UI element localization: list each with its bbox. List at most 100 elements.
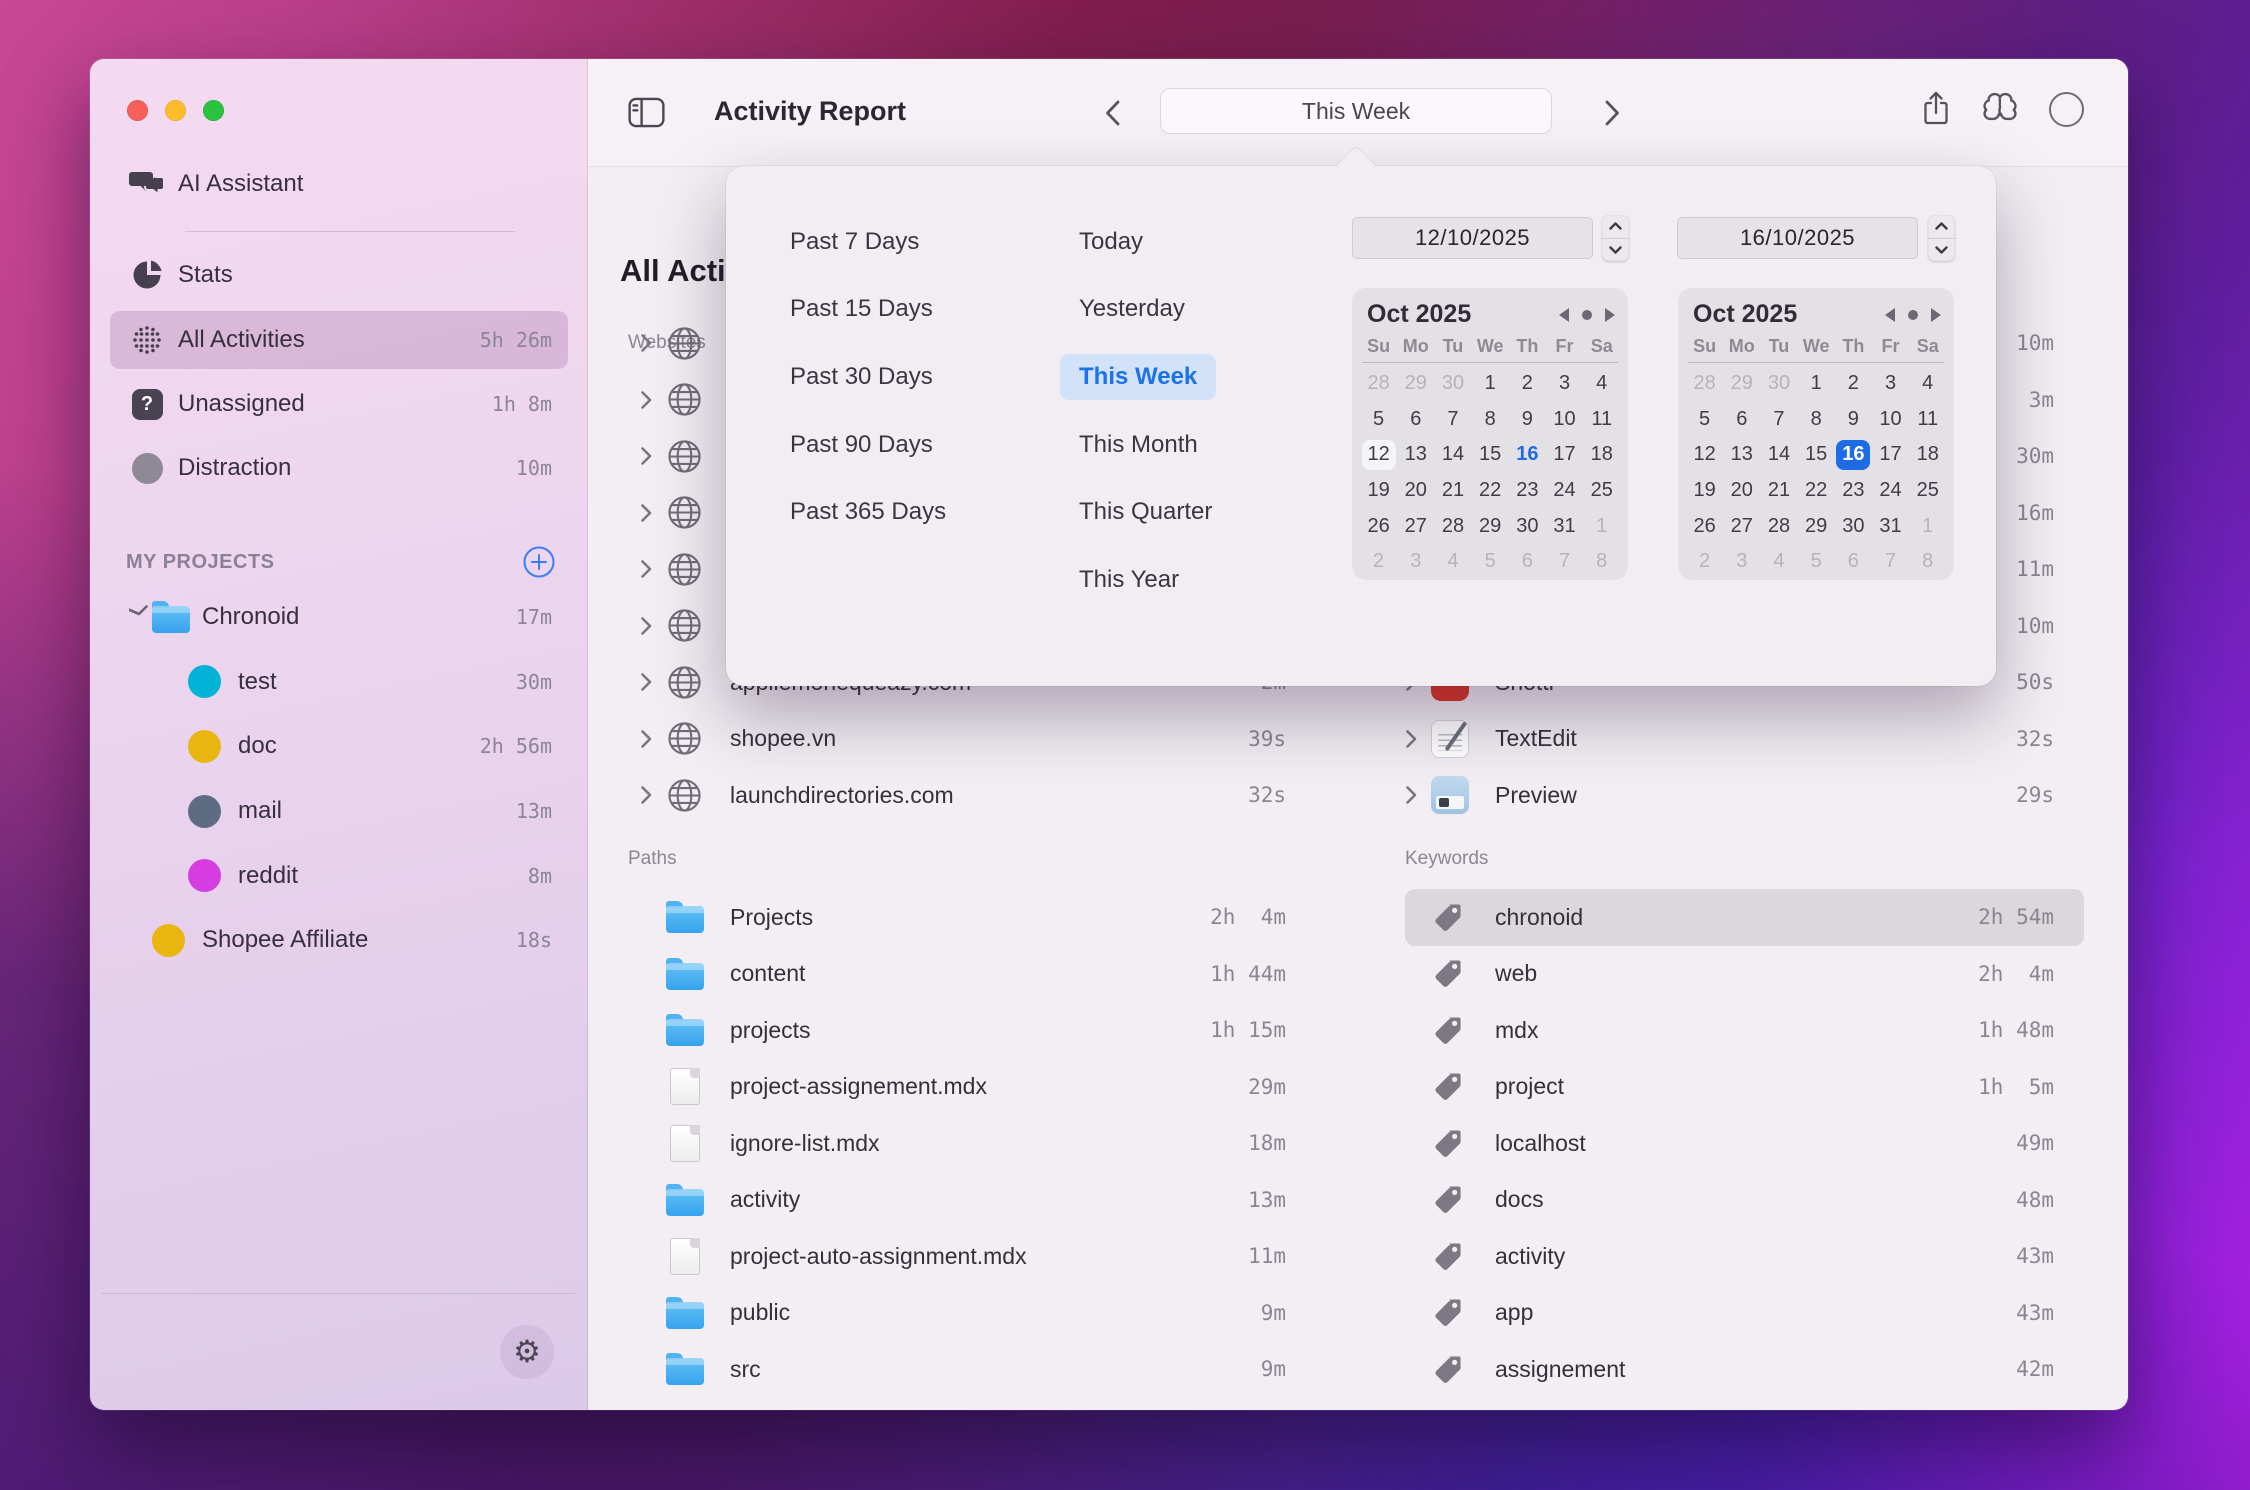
calendar-day[interactable]: 29 <box>1725 369 1759 399</box>
end-date-stepper[interactable] <box>1928 215 1955 261</box>
previous-month-icon[interactable] <box>1885 308 1895 322</box>
calendar-day[interactable]: 13 <box>1725 440 1759 470</box>
keyword-row[interactable]: app 43m <box>1405 1285 2084 1342</box>
preset-option[interactable]: Past 365 Days <box>790 489 946 535</box>
keyword-row[interactable]: project 1h 5m <box>1405 1059 2084 1116</box>
current-month-icon[interactable] <box>1582 310 1592 320</box>
preset-option[interactable]: This Month <box>1060 422 1217 468</box>
keyword-row[interactable]: chronoid 2h 54m <box>1405 889 2084 946</box>
calendar-day[interactable]: 28 <box>1436 511 1470 541</box>
sidebar-item-all-activities[interactable]: All Activities 5h 26m <box>110 311 568 369</box>
calendar-day[interactable]: 21 <box>1436 476 1470 506</box>
path-row[interactable]: project-auto-assignment.mdx 11m <box>640 1228 1290 1285</box>
settings-button[interactable]: ⚙ <box>500 1325 554 1379</box>
start-date-stepper[interactable] <box>1602 215 1629 261</box>
calendar-day[interactable]: 20 <box>1725 476 1759 506</box>
end-date-field[interactable]: 16/10/2025 <box>1677 217 1918 259</box>
stepper-down-icon[interactable] <box>1602 239 1629 262</box>
sidebar-item-unassigned[interactable]: ? Unassigned 1h 8m <box>110 375 568 433</box>
path-row[interactable]: content 1h 44m <box>640 946 1290 1003</box>
path-row[interactable]: activity 13m <box>640 1172 1290 1229</box>
calendar-day[interactable]: 6 <box>1836 547 1870 577</box>
keyword-row[interactable]: activity 43m <box>1405 1228 2084 1285</box>
calendar-day[interactable]: 9 <box>1836 404 1870 434</box>
calendar-day[interactable]: 5 <box>1688 404 1722 434</box>
calendar-day[interactable]: 16 <box>1510 440 1544 470</box>
calendar-day[interactable]: 22 <box>1799 476 1833 506</box>
calendar-day[interactable]: 18 <box>1585 440 1619 470</box>
calendar-day[interactable]: 18 <box>1911 440 1945 470</box>
disclosure-chevron-icon[interactable] <box>640 446 666 466</box>
calendar-day[interactable]: 27 <box>1725 511 1759 541</box>
calendar-day[interactable]: 6 <box>1510 547 1544 577</box>
calendar-day[interactable]: 24 <box>1874 476 1908 506</box>
path-row[interactable]: src 9m <box>640 1341 1290 1398</box>
preset-option[interactable]: This Quarter <box>1060 489 1231 535</box>
current-month-icon[interactable] <box>1908 310 1918 320</box>
close-window-button[interactable] <box>127 100 148 121</box>
calendar-day[interactable]: 6 <box>1399 404 1433 434</box>
calendar-day[interactable]: 30 <box>1436 369 1470 399</box>
calendar-day[interactable]: 15 <box>1473 440 1507 470</box>
preset-option[interactable]: This Week <box>1060 354 1216 400</box>
disclosure-chevron-icon[interactable] <box>1405 785 1431 805</box>
calendar-day[interactable]: 28 <box>1688 369 1722 399</box>
calendar-day[interactable]: 29 <box>1399 369 1433 399</box>
disclosure-chevron-icon[interactable] <box>640 616 666 636</box>
calendar-day[interactable]: 19 <box>1362 476 1396 506</box>
calendar-day[interactable]: 8 <box>1799 404 1833 434</box>
calendar-day[interactable]: 21 <box>1762 476 1796 506</box>
calendar-day[interactable]: 25 <box>1585 476 1619 506</box>
preset-option[interactable]: Past 15 Days <box>790 286 933 332</box>
calendar-day[interactable]: 5 <box>1362 404 1396 434</box>
calendar-day[interactable]: 20 <box>1399 476 1433 506</box>
path-row[interactable]: project-assignement.mdx 29m <box>640 1059 1290 1116</box>
calendar-day[interactable]: 4 <box>1436 547 1470 577</box>
calendar-day[interactable]: 26 <box>1362 511 1396 541</box>
website-row[interactable]: launchdirectories.com 32s <box>640 767 1290 824</box>
stepper-down-icon[interactable] <box>1928 239 1955 262</box>
calendar-day[interactable]: 30 <box>1762 369 1796 399</box>
calendar-day[interactable]: 1 <box>1911 511 1945 541</box>
project-row[interactable]: doc 2h 56m <box>110 714 568 779</box>
calendar-day[interactable]: 25 <box>1911 476 1945 506</box>
app-row[interactable]: TextEdit 32s <box>1405 711 2084 768</box>
calendar-day[interactable]: 29 <box>1799 511 1833 541</box>
minimize-window-button[interactable] <box>165 100 186 121</box>
sidebar-item-ai-assistant[interactable]: AI Assistant <box>110 155 568 213</box>
calendar-day[interactable]: 8 <box>1473 404 1507 434</box>
calendar-day[interactable]: 1 <box>1473 369 1507 399</box>
calendar-day[interactable]: 19 <box>1688 476 1722 506</box>
path-row[interactable]: projects 1h 15m <box>640 1002 1290 1059</box>
calendar-day[interactable]: 14 <box>1436 440 1470 470</box>
project-row[interactable]: Chronoid 17m <box>110 585 568 650</box>
path-row[interactable]: public 9m <box>640 1285 1290 1342</box>
calendar-day[interactable]: 31 <box>1874 511 1908 541</box>
sidebar-toggle-button[interactable] <box>628 97 665 128</box>
preset-option[interactable]: Past 7 Days <box>790 219 919 265</box>
disclosure-chevron-icon[interactable] <box>640 559 666 579</box>
project-row[interactable]: test 30m <box>110 650 568 715</box>
disclosure-chevron-icon[interactable] <box>1405 729 1431 749</box>
disclosure-chevron-icon[interactable] <box>640 729 666 749</box>
calendar-day[interactable]: 2 <box>1836 369 1870 399</box>
keyword-row[interactable]: localhost 49m <box>1405 1115 2084 1172</box>
chevron-down-icon[interactable] <box>129 604 149 630</box>
period-selector[interactable]: This Week <box>1160 88 1552 134</box>
calendar-day[interactable]: 29 <box>1473 511 1507 541</box>
calendar-day[interactable]: 7 <box>1548 547 1582 577</box>
disclosure-chevron-icon[interactable] <box>640 503 666 523</box>
calendar-day[interactable]: 8 <box>1911 547 1945 577</box>
add-project-button[interactable] <box>522 545 556 579</box>
calendar-day[interactable]: 7 <box>1762 404 1796 434</box>
calendar-day[interactable]: 3 <box>1548 369 1582 399</box>
ai-brain-button[interactable] <box>1979 92 2021 127</box>
calendar-day[interactable]: 28 <box>1762 511 1796 541</box>
sidebar-item-distraction[interactable]: Distraction 10m <box>110 439 568 497</box>
calendar-day[interactable]: 22 <box>1473 476 1507 506</box>
path-row[interactable]: ignore-list.mdx 18m <box>640 1115 1290 1172</box>
website-row[interactable]: shopee.vn 39s <box>640 711 1290 768</box>
project-row[interactable]: mail 13m <box>110 779 568 844</box>
calendar-day[interactable]: 17 <box>1548 440 1582 470</box>
calendar-day[interactable]: 24 <box>1548 476 1582 506</box>
